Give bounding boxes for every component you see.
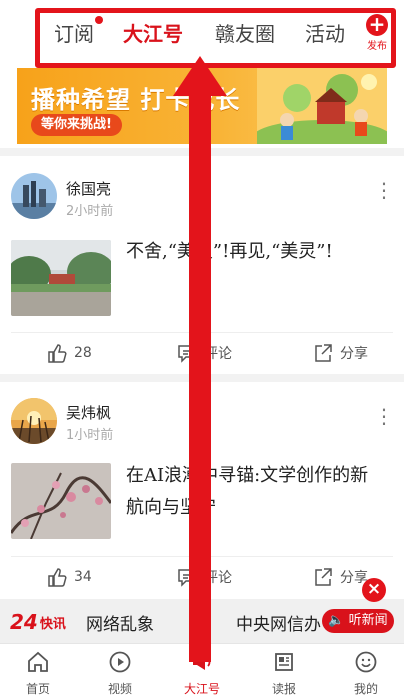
author-name[interactable]: 徐国亮	[66, 178, 111, 199]
listen-news-label: 听新闻	[348, 613, 388, 628]
nav-label: 大江号	[183, 682, 220, 696]
banner-subtitle: 等你来挑战!	[31, 114, 122, 136]
comment-label: 评论	[204, 570, 232, 586]
ticker-headline[interactable]: 网络乱象	[86, 610, 154, 635]
post-card[interactable]: 徐国亮 2小时前 ⋮ 不舍,“美灵”!再见,“美灵”! 28 评论 分享	[0, 156, 404, 374]
comment-icon	[178, 345, 196, 363]
like-button[interactable]: 34	[46, 566, 92, 588]
author-name[interactable]: 吴炜枫	[66, 402, 111, 423]
avatar[interactable]	[11, 173, 57, 219]
like-count: 34	[74, 569, 92, 585]
post-actions: 34 评论 分享	[0, 558, 404, 598]
share-label: 分享	[340, 346, 368, 362]
section-divider	[0, 374, 404, 382]
post-separator	[11, 556, 393, 557]
app-screen: 订阅 大江号 赣友圈 活动 + 发布 播种希望 打卡成长 等你来挑战! 徐国亮 …	[0, 0, 404, 697]
play-icon	[109, 651, 131, 673]
thumbs-up-icon	[48, 568, 67, 587]
comment-button[interactable]: 评论	[176, 566, 232, 588]
thumbs-up-icon	[48, 344, 67, 363]
nav-item-home[interactable]: 首页	[8, 650, 68, 697]
post-time: 1小时前	[66, 428, 114, 443]
promo-banner[interactable]: 播种希望 打卡成长 等你来挑战!	[17, 68, 387, 144]
share-button[interactable]: 分享	[312, 342, 368, 364]
share-icon	[315, 344, 332, 362]
share-button[interactable]: 分享	[312, 566, 368, 588]
home-icon	[28, 651, 48, 672]
comment-icon	[178, 569, 196, 587]
speaker-icon: 🔈	[328, 613, 345, 628]
smiley-icon	[355, 651, 377, 673]
ticker-headline[interactable]: 中央网信办	[236, 610, 321, 635]
nav-item-mine[interactable]: 我的	[336, 650, 396, 697]
highlight-box	[35, 8, 396, 68]
section-divider	[0, 148, 404, 156]
banner-illustration	[257, 68, 387, 144]
listen-news-button[interactable]: 🔈 听新闻	[322, 609, 394, 633]
nav-item-dajianghao[interactable]: 大江号	[172, 650, 232, 697]
post-card[interactable]: 吴炜枫 1小时前 ⋮ 在AI浪潮中寻锚:文学创作的新航向与坚守 34 评论 分享	[0, 382, 404, 599]
like-count: 28	[74, 345, 92, 361]
nav-label: 我的	[353, 682, 378, 696]
nav-label: 读报	[271, 682, 296, 696]
post-separator	[11, 332, 393, 333]
comment-button[interactable]: 评论	[176, 342, 232, 364]
top-tab-bar: 订阅 大江号 赣友圈 活动 + 发布	[0, 0, 404, 68]
banner-title: 播种希望 打卡成长	[31, 86, 241, 114]
newspaper-icon	[275, 653, 293, 671]
close-icon[interactable]: ×	[362, 578, 386, 602]
like-button[interactable]: 28	[46, 342, 92, 364]
more-options-icon[interactable]: ⋮	[374, 406, 394, 426]
post-actions: 28 评论 分享	[0, 334, 404, 374]
avatar[interactable]	[11, 398, 57, 444]
megaphone-icon	[193, 654, 211, 670]
post-time: 2小时前	[66, 204, 114, 219]
share-icon	[315, 568, 332, 586]
post-headline[interactable]: 不舍,“美灵”!再见,“美灵”!	[126, 236, 384, 268]
flash-news-logo: 24 快讯	[10, 607, 66, 637]
post-headline[interactable]: 在AI浪潮中寻锚:文学创作的新航向与坚守	[126, 460, 384, 524]
nav-item-video[interactable]: 视频	[90, 650, 150, 697]
nav-label: 视频	[107, 682, 132, 696]
flash-news-label: 快讯	[39, 616, 66, 632]
post-thumbnail[interactable]	[11, 463, 111, 539]
more-options-icon[interactable]: ⋮	[374, 180, 394, 200]
comment-label: 评论	[204, 346, 232, 362]
flash-news-number: 24	[10, 610, 38, 634]
nav-item-newspaper[interactable]: 读报	[254, 650, 314, 697]
bottom-nav: 首页 视频 大江号 读报 我的	[0, 643, 404, 697]
news-ticker[interactable]: 24 快讯 网络乱象 中央网信办 🔈 听新闻	[0, 599, 404, 643]
nav-label: 首页	[25, 682, 50, 696]
post-thumbnail[interactable]	[11, 240, 111, 316]
